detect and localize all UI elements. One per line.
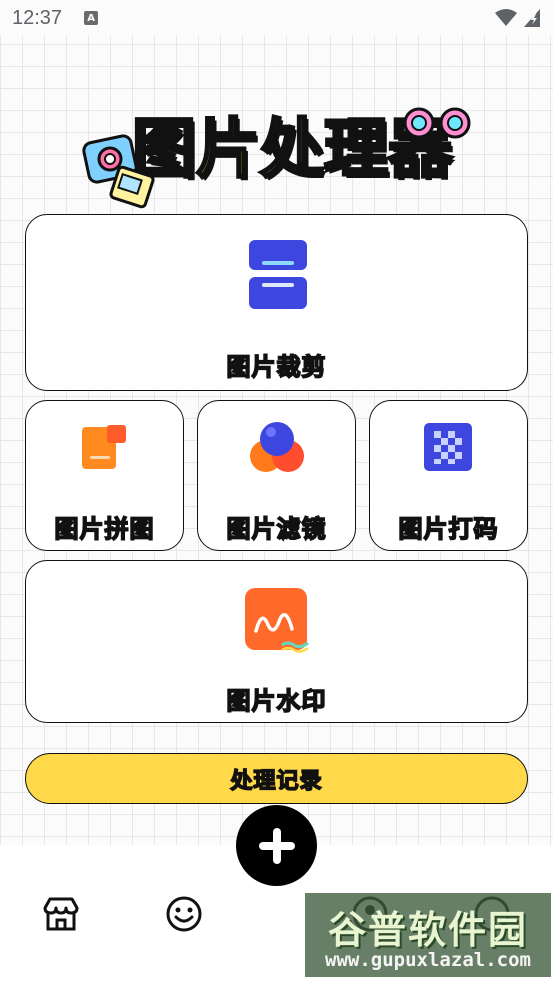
status-icons (495, 8, 541, 28)
title-char: 片 (195, 113, 262, 187)
mosaic-card[interactable]: 图片打码 (369, 400, 528, 551)
wifi-icon (495, 9, 517, 26)
glasses-sticker-icon (403, 107, 471, 139)
crop-label: 图片裁剪 (226, 352, 327, 382)
add-button[interactable] (236, 805, 317, 886)
filter-label: 图片滤镜 (226, 514, 327, 544)
store-icon[interactable] (42, 897, 80, 931)
crop-card[interactable]: 图片裁剪 (25, 214, 528, 391)
mosaic-label: 图片打码 (398, 514, 499, 544)
filter-icon (250, 422, 304, 472)
collage-card[interactable]: 图片拼图 (25, 400, 184, 551)
title-char: 处 (259, 113, 326, 187)
collage-icon (82, 425, 126, 469)
camera-sticker-icon (82, 134, 155, 209)
status-bar: 12:37 A (0, 0, 553, 36)
history-button[interactable]: 处理记录 (25, 753, 528, 804)
history-label: 处理记录 (230, 768, 323, 795)
watermark-text: 谷普软件园 (327, 908, 528, 952)
overlay-watermark: 谷普软件园 www.gupuxlazal.com (305, 893, 551, 977)
filter-card[interactable]: 图片滤镜 (197, 400, 356, 551)
a-badge-icon: A (84, 11, 99, 25)
crop-icon (249, 240, 307, 309)
smiley-icon[interactable] (166, 896, 202, 932)
title-char: 理 (323, 113, 390, 187)
mosaic-icon (424, 423, 472, 471)
watermark-card[interactable]: 图片水印 (25, 560, 528, 723)
watermark-icon (245, 588, 309, 653)
battery-charging-icon (524, 9, 540, 27)
app-title: 图 片 处 理 器 (80, 95, 480, 209)
status-time: 12:37 (12, 6, 63, 29)
watermark-url: www.gupuxlazal.com (325, 949, 531, 971)
add-icon (258, 827, 295, 864)
watermark-label: 图片水印 (226, 686, 327, 716)
collage-label: 图片拼图 (54, 514, 155, 544)
